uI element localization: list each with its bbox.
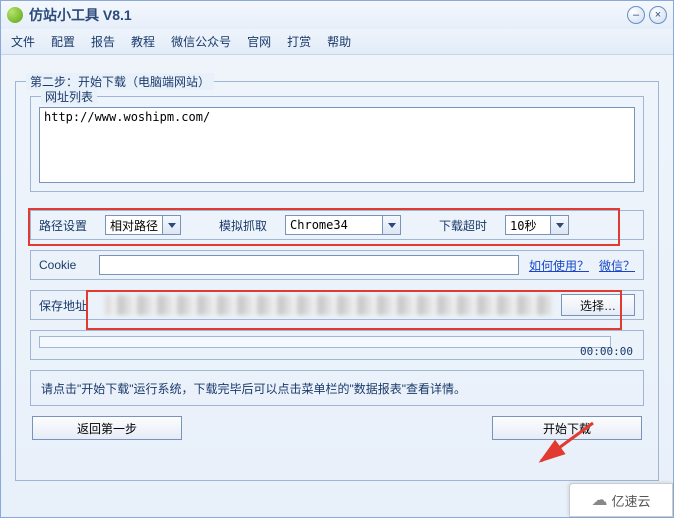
url-list-group: 网址列表 (30, 96, 644, 192)
wechat-link[interactable]: 微信？ (599, 257, 635, 274)
menu-report[interactable]: 报告 (91, 33, 115, 50)
progress-time: 00:00:00 (580, 345, 633, 358)
red-highlight-settings (28, 208, 620, 246)
progress-row: 00:00:00 (30, 330, 644, 360)
hint-text: 请点击"开始下载"运行系统，下载完毕后可以点击菜单栏的"数据报表"查看详情。 (41, 380, 466, 397)
cookie-input[interactable] (99, 255, 519, 275)
howto-link[interactable]: 如何使用？ (529, 257, 589, 274)
window-controls: – × (627, 6, 667, 24)
minimize-button[interactable]: – (627, 6, 645, 24)
hint-row: 请点击"开始下载"运行系统，下载完毕后可以点击菜单栏的"数据报表"查看详情。 (30, 370, 644, 406)
app-icon (7, 7, 23, 23)
menu-donate[interactable]: 打赏 (287, 33, 311, 50)
menu-file[interactable]: 文件 (11, 33, 35, 50)
menu-config[interactable]: 配置 (51, 33, 75, 50)
cloud-icon: ☁ (591, 490, 607, 510)
bottom-buttons: 返回第一步 开始下载 (30, 416, 644, 440)
back-button[interactable]: 返回第一步 (32, 416, 182, 440)
menu-wechat[interactable]: 微信公众号 (171, 33, 231, 50)
step2-group: 第二步：开始下载（电脑端网站） 网址列表 路径设置 相对路径 模拟抓取 Chro… (15, 81, 659, 481)
titlebar[interactable]: 仿站小工具 V8.1 – × (1, 1, 673, 29)
url-list-label: 网址列表 (41, 88, 97, 105)
cookie-row: Cookie 如何使用？ 微信？ (30, 250, 644, 280)
close-button[interactable]: × (649, 6, 667, 24)
menubar: 文件 配置 报告 教程 微信公众号 官网 打赏 帮助 (1, 29, 673, 55)
cookie-label: Cookie (39, 258, 89, 272)
progress-bar (39, 336, 611, 348)
menu-help[interactable]: 帮助 (327, 33, 351, 50)
app-window: 仿站小工具 V8.1 – × 文件 配置 报告 教程 微信公众号 官网 打赏 帮… (0, 0, 674, 518)
window-title: 仿站小工具 V8.1 (29, 5, 627, 25)
start-download-button[interactable]: 开始下载 (492, 416, 642, 440)
red-highlight-save (86, 290, 622, 330)
menu-official[interactable]: 官网 (247, 33, 271, 50)
watermark: ☁ 亿速云 (569, 483, 673, 517)
url-list-textarea[interactable] (39, 107, 635, 183)
menu-tutorial[interactable]: 教程 (131, 33, 155, 50)
watermark-text: 亿速云 (611, 491, 650, 510)
